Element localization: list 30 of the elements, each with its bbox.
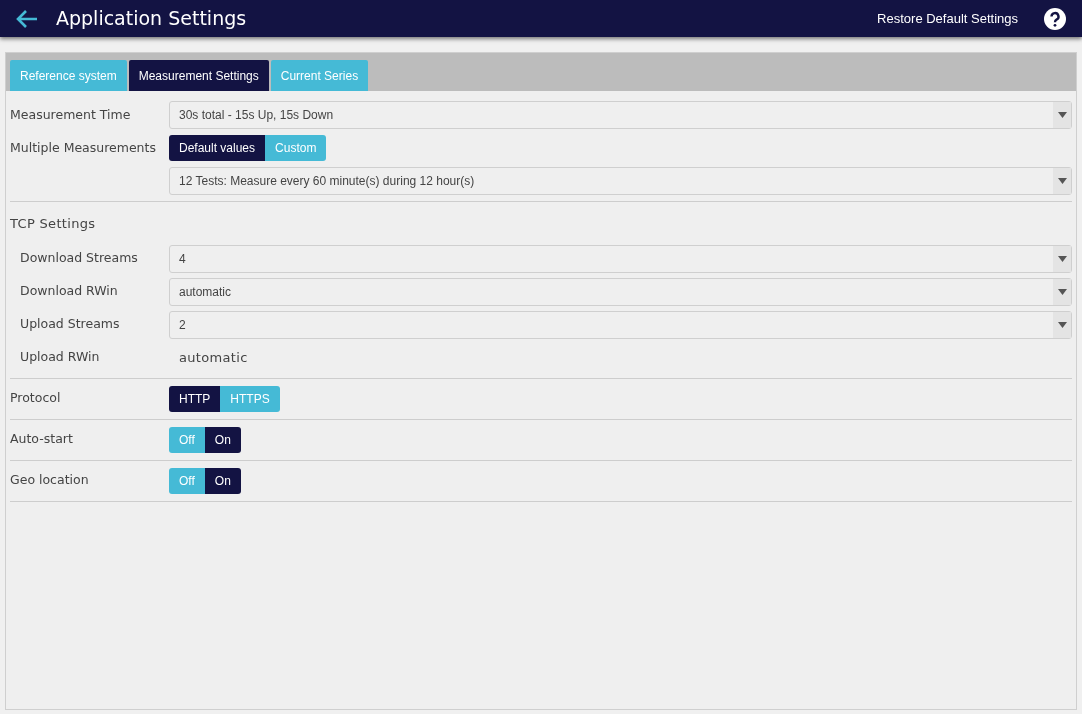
dropdown-select[interactable]: automatic [169, 277, 1072, 306]
segment-option[interactable]: On [204, 426, 241, 453]
setting-label: Protocol [10, 389, 61, 408]
dropdown-caret-icon [1057, 112, 1067, 118]
dropdown-caret-icon [1057, 255, 1067, 262]
dropdown-caret-icon [1057, 178, 1067, 184]
help-icon[interactable] [1044, 7, 1066, 30]
setting-label: Upload RWin [19, 348, 100, 367]
back-arrow-icon[interactable] [16, 9, 38, 28]
dropdown-select[interactable]: 4 [169, 244, 1072, 273]
setting-value: automatic [178, 348, 248, 367]
restore-defaults-button[interactable]: Restore Default Settings [877, 8, 1018, 29]
section-heading: TCP Settings [10, 215, 97, 233]
setting-label: Geo location [10, 471, 89, 490]
setting-label: Multiple Measurements [10, 138, 156, 157]
tab[interactable]: Measurement Settings [128, 60, 269, 91]
setting-label: Upload Streams [19, 315, 120, 334]
setting-label: Download RWin [19, 282, 118, 301]
dropdown-caret-icon [1057, 321, 1067, 328]
dropdown-select[interactable]: 12 Tests: Measure every 60 minute(s) during 12 hour(s) [169, 167, 1072, 195]
dropdown-select[interactable]: 30s total - 15s Up, 15s Down [169, 101, 1072, 129]
dropdown-select[interactable]: 2 [169, 310, 1072, 339]
segment-option[interactable]: On [204, 467, 241, 494]
segment-option[interactable]: HTTP [169, 385, 221, 412]
setting-label: Auto-start [10, 430, 73, 449]
page-title: Application Settings [56, 6, 247, 32]
segment-option[interactable]: Default values [169, 135, 266, 161]
setting-label: Download Streams [19, 249, 138, 268]
dropdown-caret-icon [1057, 288, 1067, 295]
setting-label: Measurement Time [10, 105, 131, 124]
